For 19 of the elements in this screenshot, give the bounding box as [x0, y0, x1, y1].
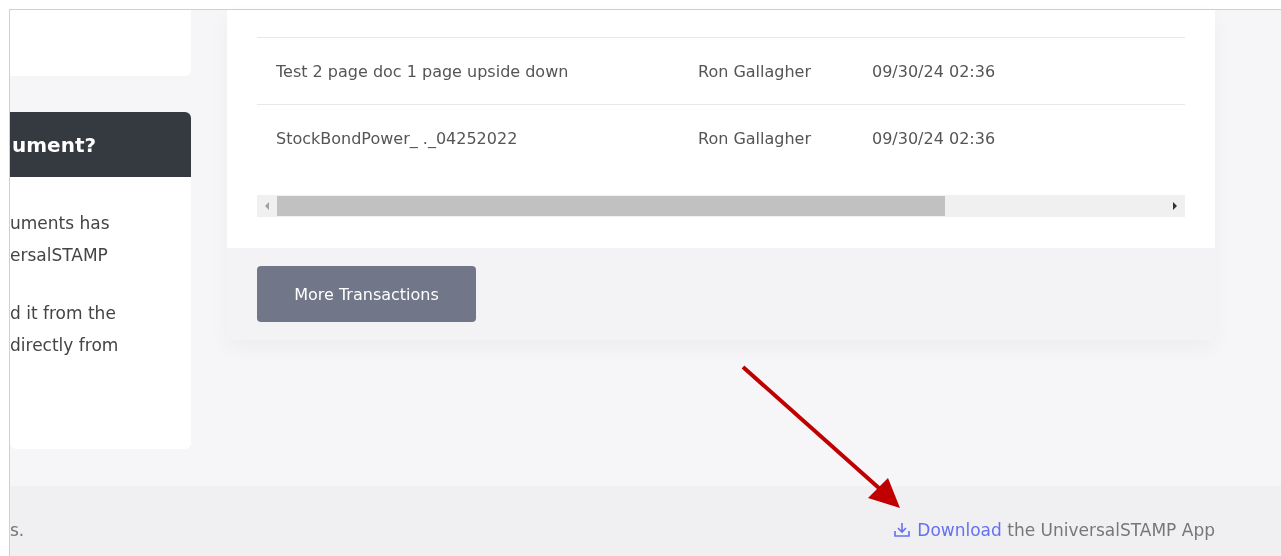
paragraph-line: d it from the [10, 302, 117, 325]
paragraph-line: directly from [10, 334, 120, 357]
table-cell: 09/30/24 02:36 [872, 61, 996, 81]
download-link[interactable]: Download [917, 520, 1002, 540]
table-cell: 09/30/24 02:36 [872, 128, 996, 148]
more-transactions-button[interactable]: More Transactions [257, 266, 476, 322]
scroll-right-icon[interactable] [1171, 201, 1179, 211]
paragraph-line: uments has [10, 212, 111, 235]
download-text: Download the UniversalSTAMP App [917, 520, 1215, 540]
horizontal-scrollbar[interactable] [257, 195, 1185, 217]
scroll-left-icon[interactable] [263, 201, 271, 211]
table-cell-text: Test 2 page doc 1 page upside down [275, 61, 570, 81]
table-cell-text: Ron Gallagher [698, 61, 813, 81]
paragraph-line: ersalSTAMP [10, 244, 109, 267]
table-cell-text: StockBondPower_ ._04252022 [275, 128, 519, 148]
card-heading: ument? [10, 112, 191, 177]
table-cell-text: Ron Gallagher [698, 128, 813, 148]
download-icon[interactable] [893, 522, 912, 538]
footer-text: s. [10, 520, 25, 540]
